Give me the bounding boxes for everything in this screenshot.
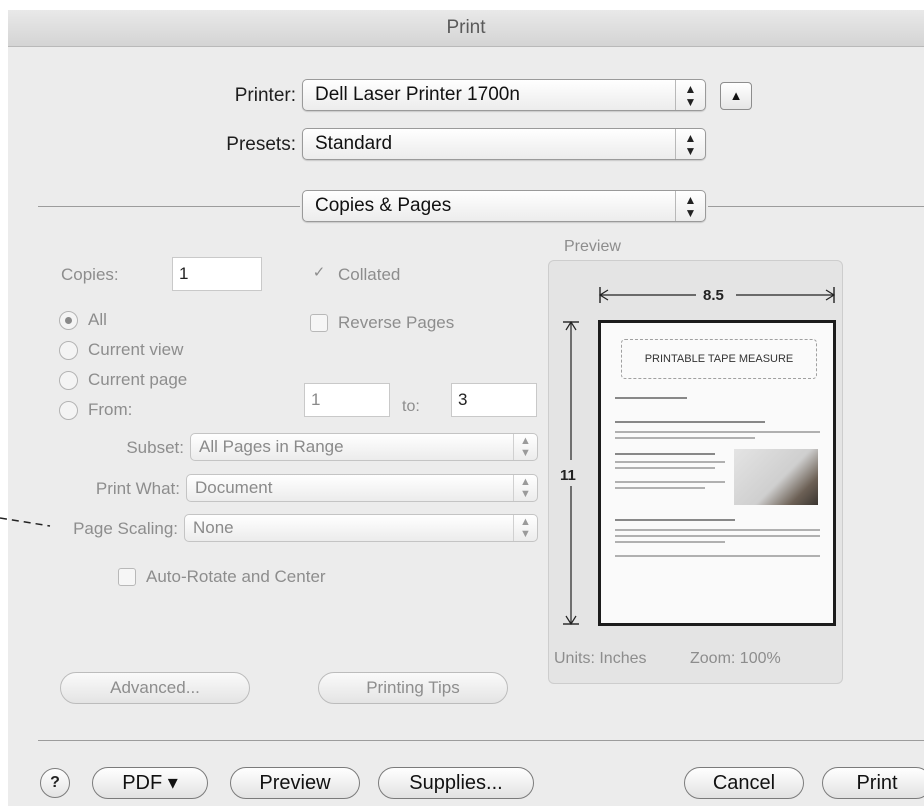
checkmark-icon: ✓ xyxy=(312,264,326,281)
printer-details-toggle-button[interactable]: ▲ xyxy=(720,82,752,110)
preview-button[interactable]: Preview xyxy=(230,767,360,799)
subset-popup[interactable]: All Pages in Range ▲ ▼ xyxy=(190,433,538,461)
panel-value: Copies & Pages xyxy=(315,195,452,216)
printer-label: Printer: xyxy=(234,85,296,106)
panel-separator-right xyxy=(708,206,924,207)
preview-pane: 8.5 11 PRINTABLE TAPE MEASURE xyxy=(548,260,843,684)
window-title: Print xyxy=(8,10,924,47)
printer-popup[interactable]: Dell Laser Printer 1700n ▲ ▼ xyxy=(302,79,706,111)
print-dialog: Print Printer: Dell Laser Printer 1700n … xyxy=(8,10,924,806)
preview-text-line xyxy=(615,529,820,531)
advanced-button[interactable]: Advanced... xyxy=(60,672,250,704)
pages-option-label: Current view xyxy=(88,340,184,359)
preview-text-line xyxy=(615,487,705,489)
collated-label: Collated xyxy=(338,265,401,284)
up-down-arrows-icon: ▲ ▼ xyxy=(675,80,705,110)
collated-checkbox[interactable]: ✓ xyxy=(310,265,328,283)
reverse-pages-checkbox[interactable] xyxy=(310,314,328,332)
question-icon: ? xyxy=(50,774,60,791)
pages-radio-all[interactable] xyxy=(59,311,78,330)
printer-value: Dell Laser Printer 1700n xyxy=(315,84,520,105)
print-what-label: Print What: xyxy=(95,479,180,498)
to-label: to: xyxy=(402,398,420,415)
preview-page-title: PRINTABLE TAPE MEASURE xyxy=(621,339,817,379)
up-down-arrows-icon: ▲ ▼ xyxy=(675,129,705,159)
preview-text-line xyxy=(615,535,820,537)
auto-rotate-label: Auto-Rotate and Center xyxy=(146,567,326,586)
preview-text-line xyxy=(615,555,820,557)
pages-option-label: Current page xyxy=(88,370,188,389)
supplies-button[interactable]: Supplies... xyxy=(378,767,534,799)
preview-units: Units: Inches xyxy=(554,650,647,667)
reverse-pages-label: Reverse Pages xyxy=(338,313,455,332)
panel-popup[interactable]: Copies & Pages ▲ ▼ xyxy=(302,190,706,222)
presets-label: Presets: xyxy=(226,134,296,155)
copies-label: Copies: xyxy=(61,265,119,284)
preview-text-line xyxy=(615,453,715,455)
up-down-arrows-icon: ▲ ▼ xyxy=(513,434,537,460)
print-button[interactable]: Print xyxy=(822,767,924,799)
preview-text-line xyxy=(615,481,725,483)
annotation-dashed-line xyxy=(0,517,51,527)
radio-selected-dot xyxy=(65,317,72,324)
copies-input[interactable]: 1 xyxy=(172,257,262,291)
preview-text-line xyxy=(615,467,715,469)
up-down-arrows-icon: ▲ ▼ xyxy=(675,191,705,221)
help-button[interactable]: ? xyxy=(40,768,70,798)
presets-popup[interactable]: Standard ▲ ▼ xyxy=(302,128,706,160)
pages-radio-current-view[interactable] xyxy=(59,341,78,360)
triangle-up-icon: ▲ xyxy=(729,88,743,103)
preview-zoom: Zoom: 100% xyxy=(690,650,781,667)
preview-text-line xyxy=(615,541,725,543)
presets-value: Standard xyxy=(315,133,393,154)
preview-photo xyxy=(734,449,818,505)
page-scaling-label: Page Scaling: xyxy=(73,519,178,538)
page-scaling-value: None xyxy=(193,518,234,537)
preview-page: PRINTABLE TAPE MEASURE xyxy=(598,320,836,626)
height-dimension-label: 11 xyxy=(560,467,576,484)
preview-text-line xyxy=(615,461,725,463)
print-what-value: Document xyxy=(195,478,273,497)
preview-text-line xyxy=(615,519,735,521)
pages-option-label: From: xyxy=(88,400,133,419)
preview-text-line xyxy=(615,421,765,423)
page-scaling-popup[interactable]: None ▲ ▼ xyxy=(184,514,538,542)
footer-separator xyxy=(38,740,924,741)
preview-text-line xyxy=(615,431,820,433)
print-what-popup[interactable]: Document ▲ ▼ xyxy=(186,474,538,502)
pdf-menu-button[interactable]: PDF ▾ xyxy=(92,767,208,799)
subset-label: Subset: xyxy=(126,438,184,457)
pages-option-label: All xyxy=(88,310,107,329)
auto-rotate-checkbox[interactable] xyxy=(118,568,136,586)
subset-value: All Pages in Range xyxy=(199,437,344,456)
printing-tips-button[interactable]: Printing Tips xyxy=(318,672,508,704)
up-down-arrows-icon: ▲ ▼ xyxy=(513,475,537,501)
preview-text-line xyxy=(615,397,687,399)
preview-label: Preview xyxy=(564,238,621,255)
cancel-button[interactable]: Cancel xyxy=(684,767,804,799)
from-page-input[interactable]: 1 xyxy=(304,383,390,417)
panel-separator-left xyxy=(38,206,300,207)
pages-radio-from[interactable] xyxy=(59,401,78,420)
to-page-input[interactable]: 3 xyxy=(451,383,537,417)
up-down-arrows-icon: ▲ ▼ xyxy=(513,515,537,541)
preview-text-line xyxy=(615,437,755,439)
pages-radio-current-page[interactable] xyxy=(59,371,78,390)
width-dimension-label: 8.5 xyxy=(703,287,724,304)
